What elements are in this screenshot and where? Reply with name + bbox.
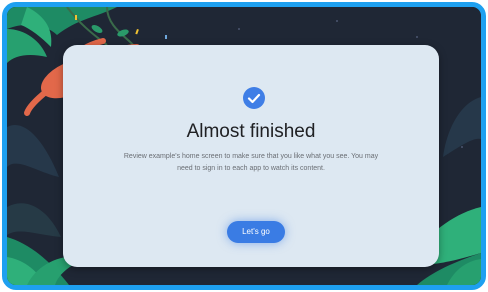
setup-dialog-card: Almost finished Review example's home sc… [63,45,439,267]
dialog-title: Almost finished [186,121,316,142]
check-circle-icon [243,87,265,109]
screen-frame: Almost finished Review example's home sc… [2,2,486,290]
dialog-description: Review example's home screen to make sur… [123,153,379,172]
lets-go-button[interactable]: Let's go [227,221,285,243]
